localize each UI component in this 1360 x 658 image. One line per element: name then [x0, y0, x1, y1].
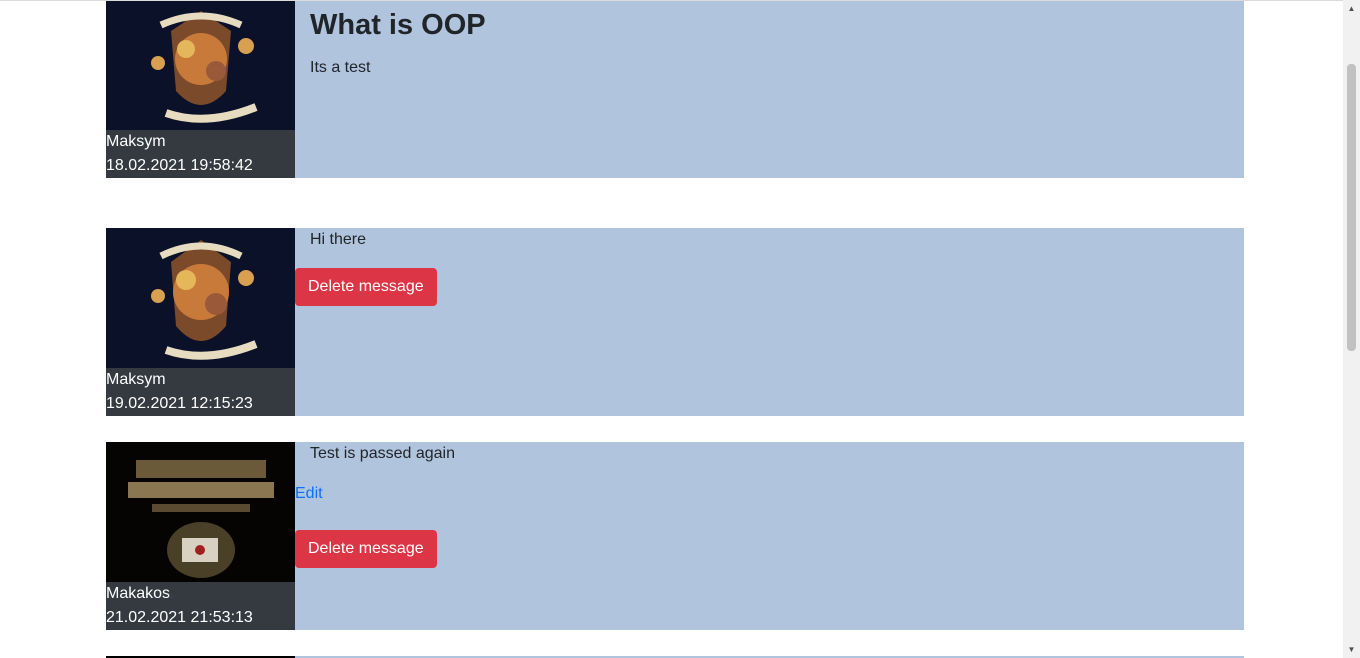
post-card: Maksym 19.02.2021 12:15:23 Hi there Dele…: [106, 228, 1244, 416]
author-name: Maksym: [106, 371, 166, 388]
edit-link[interactable]: Edit: [295, 484, 323, 504]
scroll-up-icon[interactable]: ▲: [1343, 0, 1360, 17]
crest-avatar: [106, 228, 295, 368]
author-panel: Maksym 18.02.2021 19:58:42: [106, 1, 295, 178]
scrollbar-thumb[interactable]: [1347, 64, 1356, 351]
post-content: What is OOP Its a test: [295, 1, 1244, 178]
delete-message-button[interactable]: Delete message: [295, 530, 437, 568]
page-scrollbar[interactable]: ▲ ▼: [1343, 0, 1360, 658]
post-content: Hi there Delete message: [295, 228, 1244, 416]
delete-message-button[interactable]: Delete message: [295, 268, 437, 306]
post-date: 21.02.2021 21:53:13: [106, 609, 253, 626]
post-title: What is OOP: [310, 9, 486, 41]
post-date: 18.02.2021 19:58:42: [106, 157, 253, 174]
message-text: Hi there: [310, 231, 367, 248]
crest-avatar: [106, 1, 295, 130]
post-card: Maksym 18.02.2021 19:58:42 What is OOP I…: [106, 1, 1244, 178]
author-name: Makakos: [106, 585, 171, 602]
post-card: Makakos 21.02.2021 21:53:13 Test is pass…: [106, 442, 1244, 630]
post-content: Test is passed again Edit Delete message: [295, 442, 1244, 630]
book-cover-avatar: [106, 442, 295, 582]
post-date: 19.02.2021 12:15:23: [106, 395, 253, 412]
scroll-down-icon[interactable]: ▼: [1343, 641, 1360, 658]
author-panel: Makakos 21.02.2021 21:53:13: [106, 442, 295, 630]
author-panel: Maksym 19.02.2021 12:15:23: [106, 228, 295, 416]
message-text: Test is passed again: [310, 445, 455, 462]
message-text: Its a test: [310, 59, 371, 76]
author-name: Maksym: [106, 133, 166, 150]
